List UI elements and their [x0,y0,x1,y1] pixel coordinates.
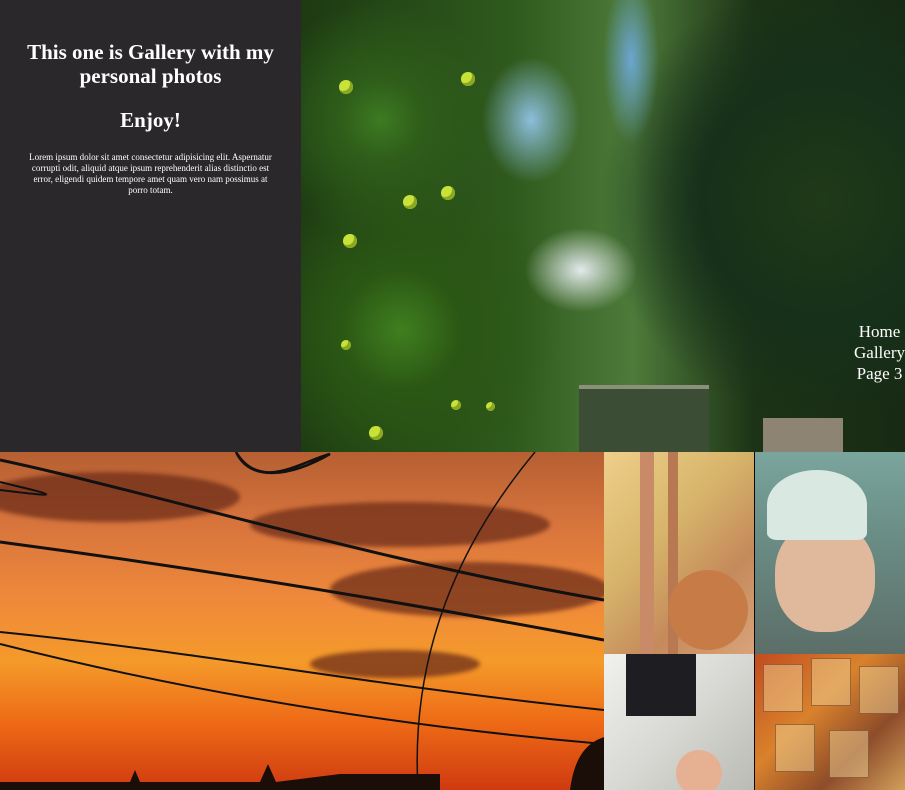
poster-shape [859,666,899,714]
photo-tile-child-hat[interactable] [755,452,905,654]
child-face [676,750,722,790]
hanging-clothes [626,654,696,716]
apple-decoration [341,340,351,350]
apple-decoration [461,72,475,86]
hat-shape [767,470,867,540]
child-face [668,570,748,650]
apple-decoration [339,80,353,94]
page-subtitle: Enjoy! [120,108,181,132]
main-nav: Home Gallery Page 3 [854,321,905,384]
poster-shape [811,658,851,706]
roof-shape [763,418,843,452]
poster-shape [829,730,869,778]
photo-tile-child-window[interactable] [604,452,754,654]
photo-tile-child-room[interactable] [604,654,754,790]
barn-shape [579,385,709,452]
apple-decoration [403,195,417,209]
nav-link-home[interactable]: Home [854,321,905,342]
nav-link-gallery[interactable]: Gallery [854,342,905,363]
intro-panel: This one is Gallery with my personal pho… [0,0,301,452]
apple-decoration [343,234,357,248]
window-frame [640,452,654,654]
hero-photo-apple-tree[interactable] [301,0,905,452]
apple-decoration [441,186,455,200]
apple-decoration [486,402,495,411]
photo-tile-posters[interactable] [755,654,905,790]
sunset-photo[interactable] [0,452,604,790]
apple-decoration [451,400,461,410]
poster-shape [763,664,803,712]
poster-shape [775,724,815,772]
power-lines [0,452,604,790]
nav-link-page-3[interactable]: Page 3 [854,363,905,384]
intro-text: Lorem ipsum dolor sit amet consectetur a… [29,152,272,195]
page-title: This one is Gallery with my personal pho… [27,40,274,88]
apple-decoration [369,426,383,440]
